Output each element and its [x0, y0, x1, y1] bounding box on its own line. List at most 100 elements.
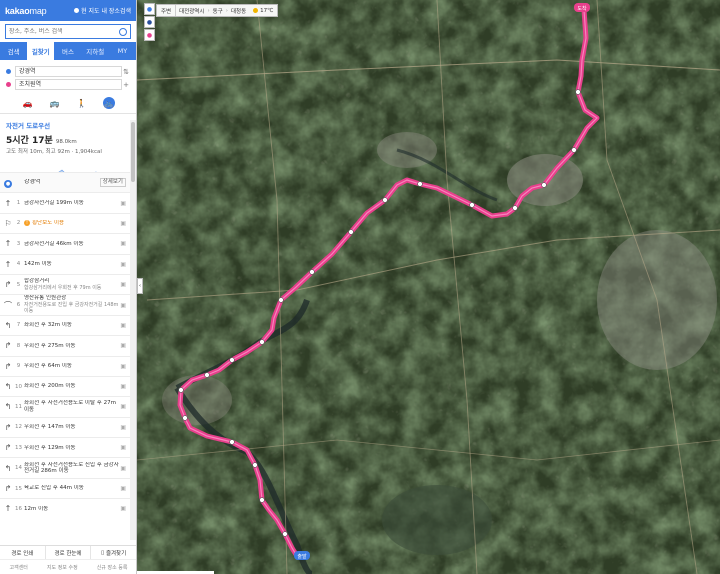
- destination-pin[interactable]: 도착: [574, 3, 590, 12]
- route-step-row[interactable]: ↱ 9 우회전 후 64m 이동 ▣: [0, 355, 130, 376]
- search-input[interactable]: [9, 28, 119, 35]
- tunnel-icon: ⌒: [4, 300, 12, 310]
- satellite-map[interactable]: 도착 출발: [137, 0, 720, 574]
- route-step-row[interactable]: ↰ 14 좌회전 후 자전거전용도로 진입 후 금강자전거길 286m 이동 ▣: [0, 457, 130, 477]
- step-number: 1: [16, 200, 21, 207]
- mode-walk[interactable]: 🚶: [76, 97, 88, 109]
- current-map-place-search-link[interactable]: 현 지도 내 장소검색: [74, 6, 131, 15]
- roadview-icon[interactable]: ▣: [120, 505, 126, 512]
- tab-directions[interactable]: 길찾기: [27, 42, 55, 60]
- route-start-name: 강경역: [24, 179, 41, 186]
- step-number: 13: [15, 444, 22, 451]
- transport-modes: 🚗 🚌 🚶 🚲: [0, 92, 136, 114]
- swap-icon[interactable]: ⇅: [122, 68, 130, 76]
- route-elevation-info: 고도 최저 10m, 최고 92m · 1,904kcal: [6, 149, 102, 155]
- step-number: 12: [15, 424, 22, 431]
- map-marker-tool[interactable]: ●: [144, 3, 155, 15]
- chevron-left-icon: ‹: [139, 283, 141, 289]
- bookmark-route-button[interactable]: ▯ 즐겨찾기: [91, 546, 136, 559]
- start-badge-icon: ●: [4, 179, 12, 188]
- roadview-icon[interactable]: ▣: [120, 302, 126, 309]
- steps-scrollbar[interactable]: [130, 120, 136, 540]
- step-instruction: 142m 이동: [24, 261, 52, 267]
- route-step-row[interactable]: ↑ 4 142m 이동 ▣: [0, 253, 130, 274]
- route-step-row[interactable]: ↱ 12 우회전 후 147m 이동 ▣: [0, 416, 130, 437]
- breadcrumb-region-city[interactable]: 대전광역시: [176, 7, 207, 15]
- roadview-icon[interactable]: ▣: [120, 322, 126, 329]
- origin-field[interactable]: 강경역: [15, 66, 122, 77]
- roadview-icon[interactable]: ▣: [120, 220, 126, 227]
- main-tabs: 검색 길찾기 버스 지하철 MY: [0, 42, 136, 60]
- map-waypoint-tool[interactable]: ●: [144, 16, 155, 28]
- route-start-row[interactable]: ● 강경역 상세보기: [0, 172, 130, 193]
- left-turn-icon: ↰: [4, 402, 12, 412]
- roadview-icon[interactable]: ▣: [120, 281, 126, 288]
- tab-search[interactable]: 검색: [0, 42, 27, 60]
- map-breadcrumb: 주변 대전광역시 › 동구 › 대청동 17℃: [156, 4, 279, 17]
- route-step-row[interactable]: ⌒ 6 영산유통 인원관광 자전거전용도로 진입 후 금강자전거길 148m 이동 ▣: [0, 294, 130, 314]
- add-waypoint-icon[interactable]: +: [122, 81, 130, 89]
- app-root: kakaomap 현 지도 내 장소검색 검색 길찾기 버스 지하철 MY 강경…: [0, 0, 720, 574]
- origin-pin[interactable]: 출발: [294, 551, 310, 560]
- register-place-link[interactable]: 신규 장소 등록: [97, 564, 128, 571]
- location-dot-icon: [74, 8, 80, 13]
- collapse-sidebar-button[interactable]: ‹: [137, 278, 143, 294]
- roadview-icon[interactable]: ▣: [120, 342, 126, 349]
- route-duration: 5시간 17분: [6, 136, 53, 146]
- kakaomap-logo[interactable]: kakaomap: [5, 6, 47, 16]
- route-step-row[interactable]: ↰ 11 좌회전 후 자전거전용도로 이탈 후 27m 이동 ▣: [0, 396, 130, 416]
- mode-bicycle[interactable]: 🚲: [102, 97, 115, 109]
- route-detail-button[interactable]: 상세보기: [99, 178, 126, 188]
- breadcrumb-region-district[interactable]: 동구: [210, 7, 226, 15]
- roadview-icon[interactable]: ▣: [120, 261, 126, 268]
- route-step-row[interactable]: ↑ 3 금강자전거길 46km 이동 ▣: [0, 233, 130, 253]
- route-step-row[interactable]: ↱ 8 우회전 후 275m 이동 ▣: [0, 335, 130, 355]
- tab-bus[interactable]: 버스: [54, 42, 81, 60]
- roadview-icon[interactable]: ▣: [120, 485, 126, 492]
- route-step-row[interactable]: ⚐ 2! 횡단보도 이용 ▣: [0, 212, 130, 233]
- route-step-row[interactable]: ↑ 16 12m 이동 ▣: [0, 498, 130, 518]
- step-number: 5: [16, 281, 21, 288]
- step-instruction: ! 횡단보도 이용: [24, 220, 65, 227]
- route-overview-button[interactable]: 경로 한눈에: [46, 546, 92, 559]
- step-number: 3: [16, 240, 21, 247]
- tab-my[interactable]: MY: [109, 42, 136, 60]
- roadview-icon[interactable]: ▣: [120, 363, 126, 370]
- right-turn-icon: ↱: [4, 443, 12, 453]
- route-summary[interactable]: 자전거 도로우선 5시간 17분 98.0km 고도 최저 10m, 최고 92…: [0, 114, 136, 157]
- print-route-button[interactable]: 경로 인쇄: [0, 546, 46, 559]
- route-step-row[interactable]: ↱ 13 우회전 후 129m 이동 ▣: [0, 437, 130, 457]
- route-step-row[interactable]: ↱ 15 육교로 진입 후 44m 이동 ▣: [0, 477, 130, 498]
- destination-field[interactable]: 조치원역: [15, 79, 122, 90]
- step-number: 10: [15, 383, 22, 390]
- mode-transit[interactable]: 🚌: [49, 97, 61, 109]
- step-number: 7: [16, 322, 21, 329]
- map-view[interactable]: 도착 출발 ● ● ● 주변 대전광역시 › 동구 › 대청동 17℃ ‹: [137, 0, 720, 574]
- search-icon[interactable]: [119, 27, 127, 36]
- nearby-button[interactable]: 주변: [157, 5, 177, 16]
- mode-car[interactable]: 🚗: [22, 97, 34, 109]
- breadcrumb-region-dong[interactable]: 대청동: [228, 7, 249, 15]
- roadview-icon[interactable]: ▣: [120, 403, 126, 410]
- bus-icon: 🚌: [49, 98, 60, 108]
- customer-center-link[interactable]: 고객센터: [10, 564, 28, 571]
- roadview-icon[interactable]: ▣: [120, 465, 126, 472]
- roadview-icon[interactable]: ▣: [120, 444, 126, 451]
- edit-map-info-link[interactable]: 지도 정보 수정: [47, 564, 78, 571]
- roadview-icon[interactable]: ▣: [120, 240, 126, 247]
- sun-icon: [253, 8, 259, 13]
- step-instruction: 좌회전 후 32m 이동: [24, 322, 72, 329]
- step-number: 16: [15, 505, 22, 512]
- route-step-row[interactable]: ↑ 1 금강자전거길 199m 이동 ▣: [0, 192, 130, 212]
- origin-pin-label: 출발: [297, 553, 307, 560]
- weather-badge: 17℃: [249, 8, 277, 14]
- map-favorite-tool[interactable]: ●: [144, 29, 155, 41]
- route-step-row[interactable]: ↱ 5 합강삼거리 합강삼거리에서 우회전 후 79m 이동 ▣: [0, 273, 130, 294]
- route-step-row[interactable]: ↰ 10 좌회전 후 200m 이동 ▣: [0, 375, 130, 396]
- tab-subway[interactable]: 지하철: [82, 42, 109, 60]
- route-step-row[interactable]: ↰ 7 좌회전 후 32m 이동 ▣: [0, 314, 130, 335]
- straight-arrow-icon: ↑: [4, 198, 12, 208]
- roadview-icon[interactable]: ▣: [120, 383, 126, 390]
- roadview-icon[interactable]: ▣: [120, 424, 126, 431]
- roadview-icon[interactable]: ▣: [120, 200, 126, 207]
